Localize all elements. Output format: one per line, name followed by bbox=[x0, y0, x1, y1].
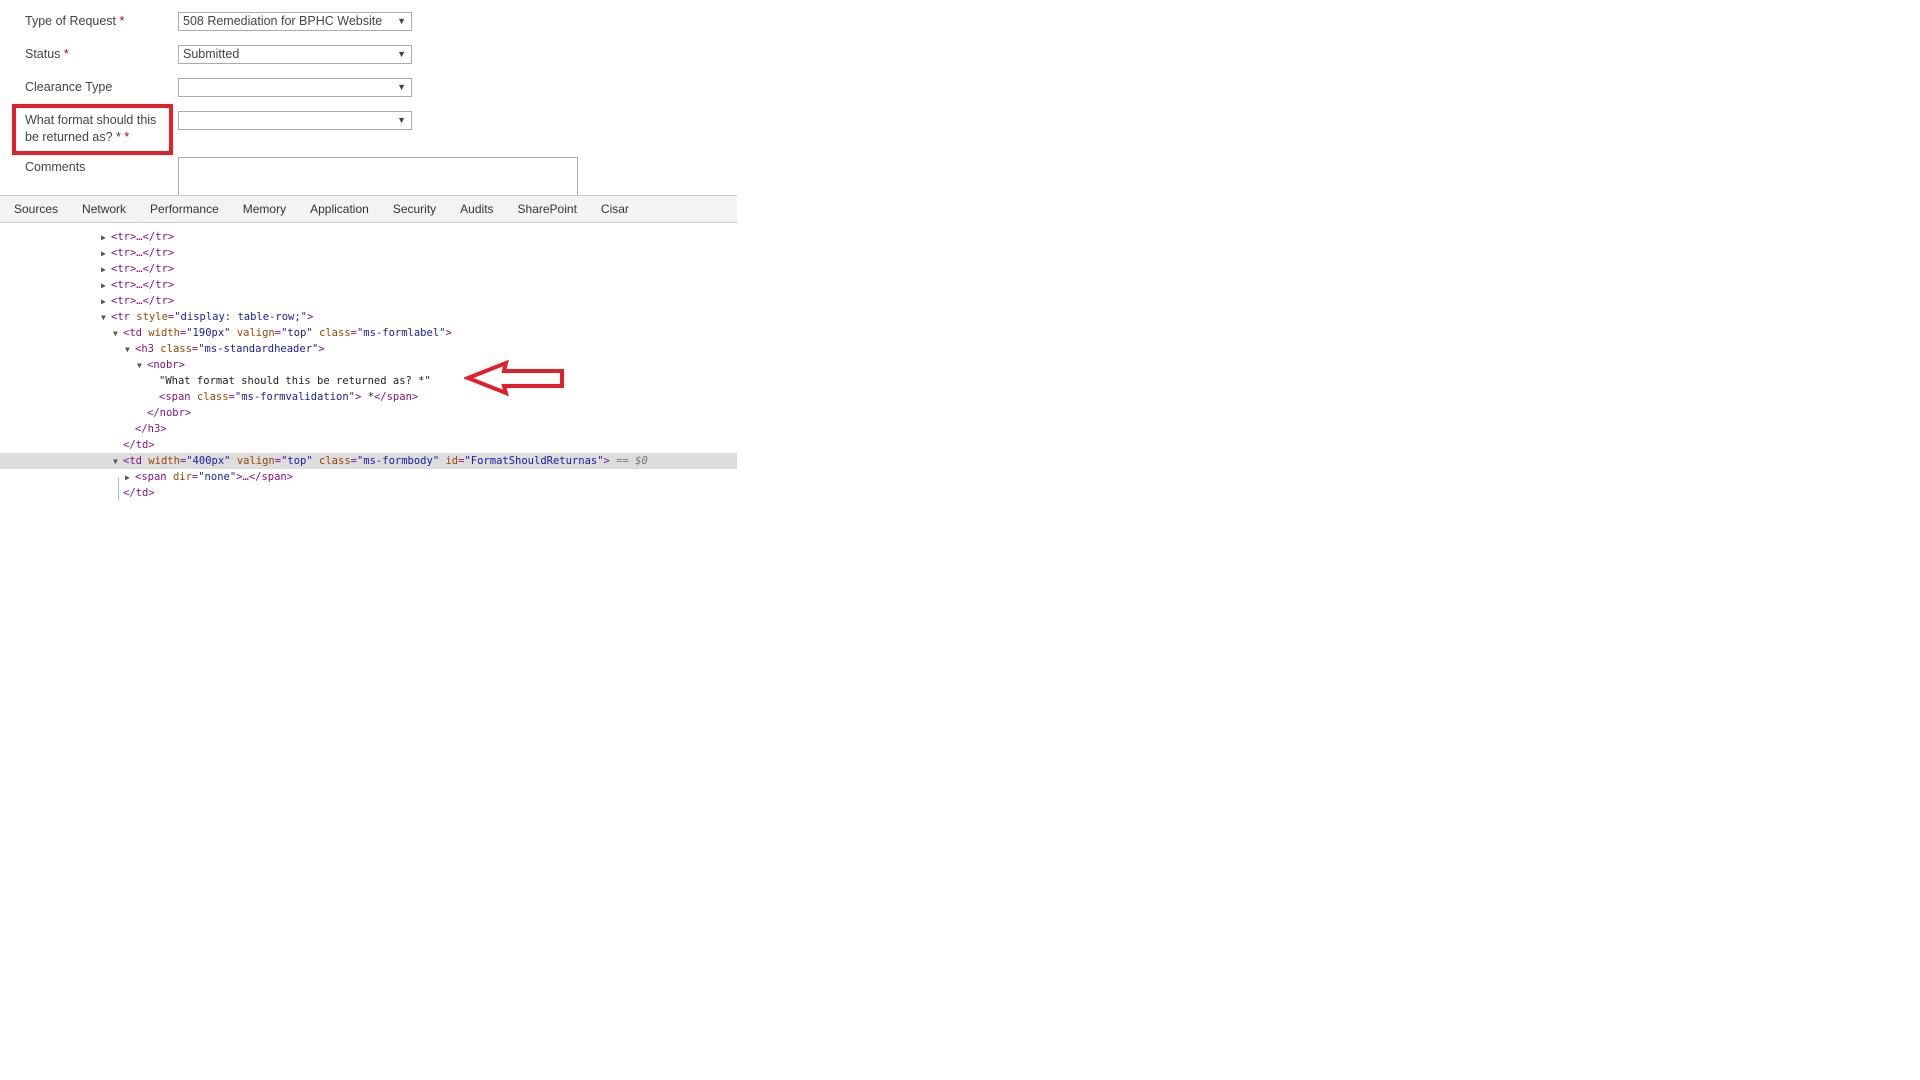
chevron-down-icon: ▼ bbox=[397, 49, 406, 59]
dom-node-td-formlabel[interactable]: ▼ <td width="190px" valign="top" class="m… bbox=[0, 325, 737, 341]
comments-textarea[interactable] bbox=[178, 157, 578, 197]
dom-node-tr[interactable]: ▶ <tr>…</tr> bbox=[0, 277, 737, 293]
expand-triangle-icon[interactable]: ▶ bbox=[101, 246, 111, 262]
required-asterisk: * bbox=[119, 14, 125, 28]
expand-triangle-icon[interactable]: ▶ bbox=[101, 230, 111, 246]
dom-node-nobr-close[interactable]: </nobr> bbox=[0, 405, 737, 421]
tab-security[interactable]: Security bbox=[382, 202, 447, 216]
required-asterisk: * bbox=[63, 47, 69, 61]
type-of-request-label: Type of Request * bbox=[25, 14, 125, 28]
dom-node-tr[interactable]: ▶ <tr>…</tr> bbox=[0, 229, 737, 245]
expand-triangle-icon[interactable]: ▶ bbox=[101, 262, 111, 278]
expand-triangle-icon[interactable]: ▶ bbox=[125, 470, 135, 486]
selected-node-marker: == $0 bbox=[616, 455, 648, 467]
dom-node-nobr[interactable]: ▼ <nobr> bbox=[0, 357, 737, 373]
tab-application[interactable]: Application bbox=[299, 202, 380, 216]
tab-audits[interactable]: Audits bbox=[449, 202, 504, 216]
clearance-type-select[interactable]: ▼ bbox=[178, 78, 412, 97]
dom-node-h3-close[interactable]: </h3> bbox=[0, 421, 737, 437]
tab-sources[interactable]: Sources bbox=[0, 202, 69, 216]
chevron-down-icon: ▼ bbox=[397, 16, 406, 26]
dom-text-node[interactable]: "What format should this be returned as?… bbox=[0, 373, 737, 389]
dom-node-span-formvalidation[interactable]: <span class="ms-formvalidation"> *</span… bbox=[0, 389, 737, 405]
tab-performance[interactable]: Performance bbox=[139, 202, 230, 216]
tree-indent-guide bbox=[118, 478, 119, 500]
collapse-triangle-icon[interactable]: ▼ bbox=[113, 326, 123, 342]
expand-triangle-icon[interactable]: ▶ bbox=[101, 278, 111, 294]
tab-cisar[interactable]: Cisar bbox=[590, 202, 640, 216]
dom-node-td-close[interactable]: </td> bbox=[0, 437, 737, 453]
annotation-arrow-icon bbox=[464, 360, 564, 396]
annotation-highlight-box bbox=[12, 104, 173, 155]
dom-node-tr[interactable]: ▶ <tr>…</tr> bbox=[0, 261, 737, 277]
collapse-triangle-icon[interactable]: ▼ bbox=[113, 454, 123, 470]
status-label: Status * bbox=[25, 47, 69, 61]
devtools-panel: Sources Network Performance Memory Appli… bbox=[0, 195, 737, 515]
dom-tree: <tr>…</tr> ▶<tr>…</tr> ▶<tr>…</tr> ▶<tr>… bbox=[0, 223, 737, 501]
tab-network[interactable]: Network bbox=[71, 202, 137, 216]
chevron-down-icon: ▼ bbox=[397, 82, 406, 92]
clearance-type-label: Clearance Type bbox=[25, 80, 113, 94]
collapse-triangle-icon[interactable]: ▼ bbox=[101, 310, 111, 326]
chevron-down-icon: ▼ bbox=[397, 115, 406, 125]
dom-node-tr[interactable]: ▶ <tr>…</tr> bbox=[0, 293, 737, 309]
dom-node-tr-expanded[interactable]: ▼ <tr style="display: table-row;"> bbox=[0, 309, 737, 325]
dom-node-td-formbody-selected[interactable]: ▼ <td width="400px" valign="top" class="m… bbox=[0, 453, 737, 469]
tab-memory[interactable]: Memory bbox=[232, 202, 297, 216]
expand-triangle-icon[interactable]: ▶ bbox=[101, 294, 111, 310]
collapse-triangle-icon[interactable]: ▼ bbox=[125, 342, 135, 358]
return-format-select[interactable]: ▼ bbox=[178, 111, 412, 130]
dom-node-h3[interactable]: ▼ <h3 class="ms-standardheader"> bbox=[0, 341, 737, 357]
type-of-request-select[interactable]: 508 Remediation for BPHC Website ▼ bbox=[178, 12, 412, 31]
dom-node-span-dir[interactable]: ▶ <span dir="none">…</span> bbox=[0, 469, 737, 485]
status-select[interactable]: Submitted ▼ bbox=[178, 45, 412, 64]
collapse-triangle-icon[interactable]: ▼ bbox=[137, 358, 147, 374]
dom-node-tr[interactable]: ▶ <tr>…</tr> bbox=[0, 245, 737, 261]
devtools-tab-bar: Sources Network Performance Memory Appli… bbox=[0, 195, 737, 223]
comments-label: Comments bbox=[25, 160, 86, 174]
tab-sharepoint[interactable]: SharePoint bbox=[507, 202, 588, 216]
dom-node-td-close[interactable]: </td> bbox=[0, 485, 737, 501]
